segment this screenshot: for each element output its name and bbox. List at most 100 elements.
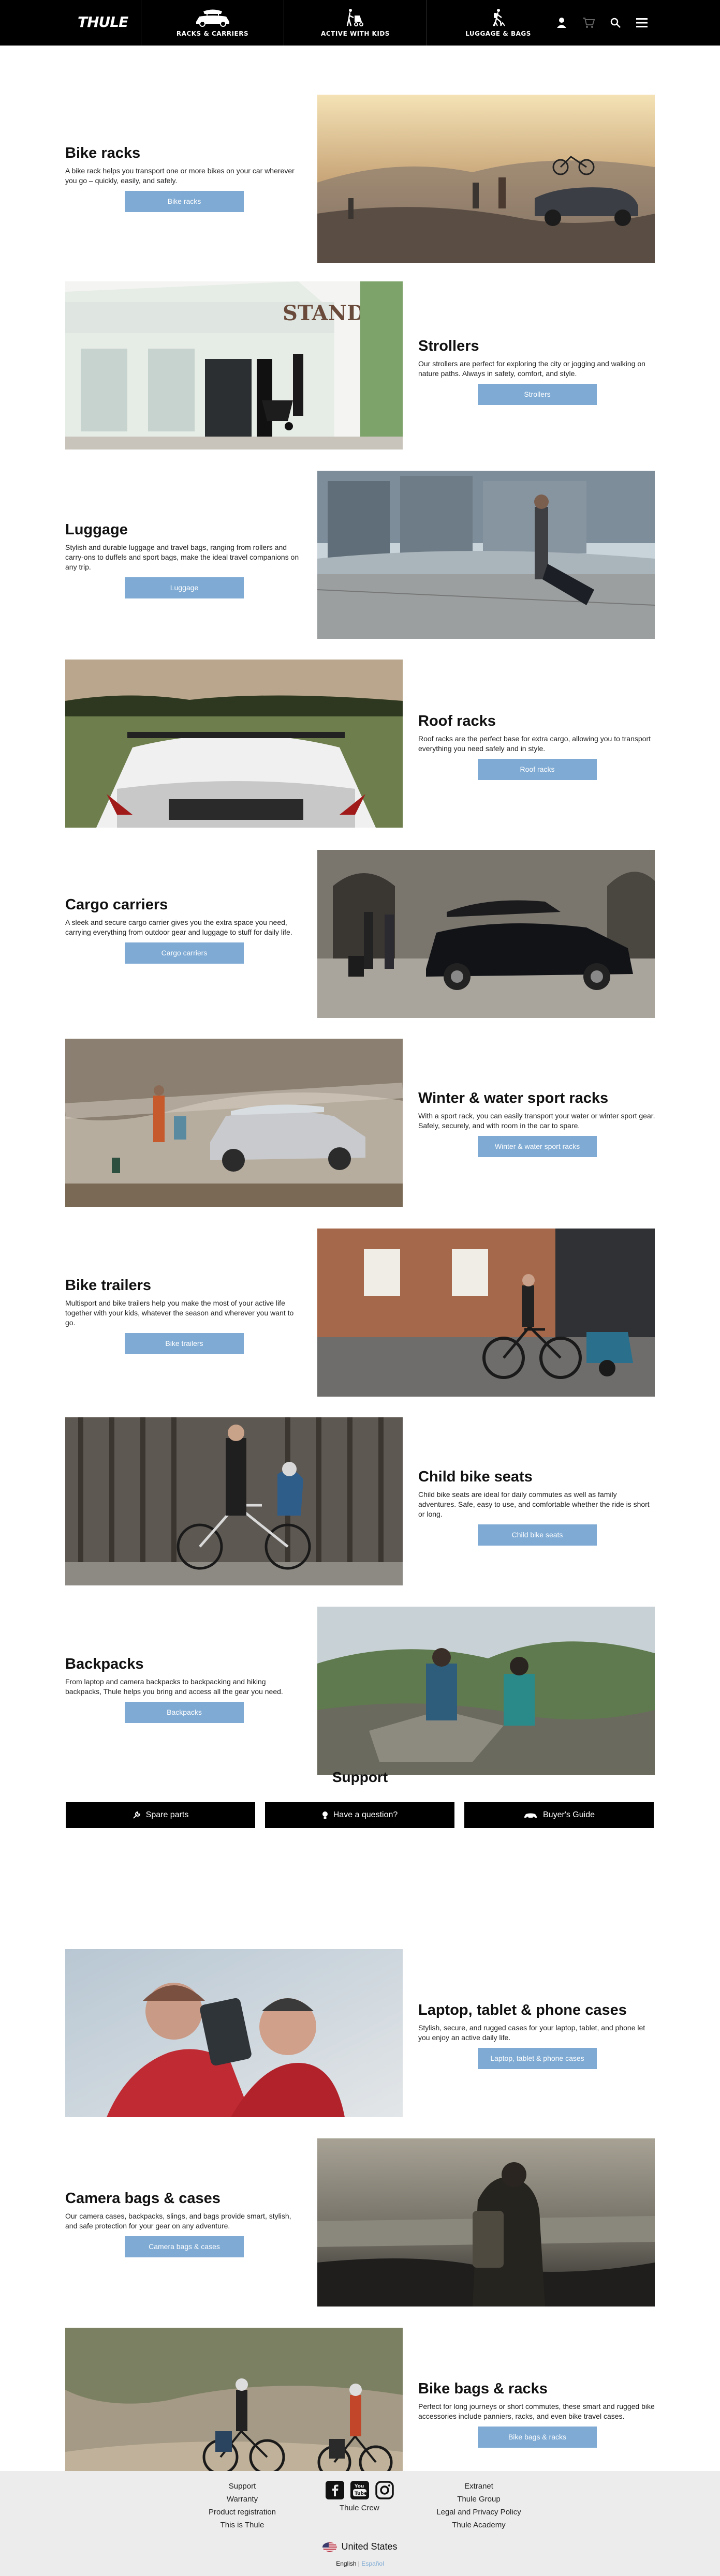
luggage-photo[interactable] (317, 471, 655, 639)
backpack-hiker-icon (492, 9, 505, 26)
nav-active-with-kids[interactable]: ACTIVE WITH KIDS (284, 0, 427, 46)
camera-bags-button[interactable]: Camera bags & cases (125, 2236, 244, 2257)
category-title: Bike racks (65, 145, 141, 161)
winter-water-racks-photo[interactable] (65, 1039, 403, 1207)
site-footer: Support Warranty Product registration Th… (0, 2471, 720, 2576)
buyers-guide-button[interactable]: Buyer's Guide (464, 1802, 654, 1828)
buyers-guide-label: Buyer's Guide (543, 1810, 595, 1819)
category-row-bike-racks: Bike racks A bike rack helps you transpo… (0, 95, 720, 263)
category-description: Stylish and durable luggage and travel b… (65, 543, 299, 571)
svg-text:Tube: Tube (355, 2491, 367, 2496)
lightbulb-icon (322, 1811, 328, 1819)
have-a-question-label: Have a question? (333, 1810, 398, 1819)
category-description: Multisport and bike trailers help you ma… (65, 1299, 294, 1327)
category-text: Bike bags & racks Perfect for long journ… (418, 2380, 656, 2448)
category-row-cargo-carriers: Cargo carriers A sleek and secure cargo … (0, 850, 720, 1018)
category-description: From laptop and camera backpacks to back… (65, 1678, 283, 1696)
category-row-backpacks: Backpacks From laptop and camera backpac… (0, 1607, 720, 1775)
us-flag-icon (322, 2542, 337, 2552)
category-text: Strollers Our strollers are perfect for … (418, 338, 656, 405)
category-description: Perfect for long journeys or short commu… (418, 2402, 655, 2420)
winter-water-racks-button[interactable]: Winter & water sport racks (478, 1136, 597, 1157)
category-title: Child bike seats (418, 1469, 533, 1485)
strollers-button[interactable]: Strollers (478, 384, 597, 405)
category-title: Bike bags & racks (418, 2380, 548, 2397)
category-row-winter-water: Winter & water sport racks With a sport … (0, 1039, 720, 1207)
bike-trailers-button[interactable]: Bike trailers (125, 1333, 244, 1354)
child-bike-seats-photo[interactable] (65, 1417, 403, 1585)
nav-label-racks: RACKS & CARRIERS (176, 30, 249, 37)
category-text: Cargo carriers A sleek and secure cargo … (65, 896, 303, 964)
bike-trailers-photo[interactable] (317, 1229, 655, 1397)
account-icon[interactable] (556, 17, 567, 28)
bike-racks-button[interactable]: Bike racks (125, 191, 244, 212)
category-title: Roof racks (418, 713, 496, 729)
search-icon[interactable] (610, 18, 621, 28)
category-row-strollers: STANDARD Strollers Our strollers are per… (0, 281, 720, 450)
category-description: With a sport rack, you can easily transp… (418, 1112, 655, 1130)
facebook-icon[interactable] (325, 2480, 345, 2500)
category-description: Stylish, secure, and rugged cases for yo… (418, 2024, 645, 2042)
cargo-carriers-button[interactable]: Cargo carriers (125, 942, 244, 964)
youtube-icon[interactable]: You Tube (350, 2480, 370, 2500)
category-title: Bike trailers (65, 1277, 152, 1294)
category-description: A bike rack helps you transport one or m… (65, 167, 295, 185)
category-title: Strollers (418, 338, 479, 354)
footer-link-thule-academy[interactable]: Thule Academy (452, 2519, 505, 2532)
spare-parts-button[interactable]: Spare parts (66, 1802, 255, 1828)
footer-link-this-is-thule[interactable]: This is Thule (221, 2519, 265, 2532)
language-separator: | (358, 2560, 360, 2567)
menu-icon[interactable] (636, 18, 648, 27)
luggage-button[interactable]: Luggage (125, 577, 244, 598)
laptop-cases-photo[interactable] (65, 1949, 403, 2117)
footer-link-thule-group[interactable]: Thule Group (457, 2493, 500, 2506)
footer-link-product-registration[interactable]: Product registration (209, 2506, 276, 2519)
category-description: A sleek and secure cargo carrier gives y… (65, 918, 292, 936)
strollers-photo[interactable]: STANDARD (65, 281, 403, 450)
category-title: Camera bags & cases (65, 2190, 221, 2207)
country-selector[interactable]: United States (0, 2541, 720, 2552)
category-text: Laptop, tablet & phone cases Stylish, se… (418, 2002, 656, 2069)
instagram-icon[interactable] (375, 2480, 394, 2500)
bike-racks-photo[interactable] (317, 95, 655, 263)
social-links: You Tube (325, 2480, 394, 2500)
cargo-carriers-photo[interactable] (317, 850, 655, 1018)
category-title: Laptop, tablet & phone cases (418, 2002, 627, 2018)
category-row-roof-racks: Roof racks Roof racks are the perfect ba… (0, 660, 720, 828)
backpacks-photo[interactable] (317, 1607, 655, 1775)
have-a-question-button[interactable]: Have a question? (265, 1802, 454, 1828)
footer-link-extranet[interactable]: Extranet (464, 2480, 493, 2493)
laptop-cases-button[interactable]: Laptop, tablet & phone cases (478, 2048, 597, 2069)
category-row-luggage: Luggage Stylish and durable luggage and … (0, 471, 720, 639)
footer-link-legal-privacy[interactable]: Legal and Privacy Policy (436, 2506, 521, 2519)
category-description: Child bike seats are ideal for daily com… (418, 1490, 650, 1518)
thule-logo[interactable]: THULE (78, 13, 128, 31)
child-bike-seats-button[interactable]: Child bike seats (478, 1524, 597, 1546)
category-description: Our camera cases, backpacks, slings, and… (65, 2212, 291, 2230)
footer-link-warranty[interactable]: Warranty (227, 2493, 258, 2506)
bike-bags-button[interactable]: Bike bags & racks (478, 2427, 597, 2448)
support-buttons: Spare parts Have a question? Buyer's Gui… (0, 1802, 720, 1828)
svg-text:You: You (354, 2484, 364, 2489)
nav-label-luggage: LUGGAGE & BAGS (465, 30, 531, 37)
nav-tools (556, 0, 648, 46)
category-description: Our strollers are perfect for exploring … (418, 360, 645, 378)
roof-racks-photo[interactable] (65, 660, 403, 828)
cart-icon[interactable] (582, 17, 595, 28)
category-text: Bike racks A bike rack helps you transpo… (65, 145, 303, 212)
camera-bags-photo[interactable] (317, 2138, 655, 2307)
nav-racks-carriers[interactable]: RACKS & CARRIERS (141, 0, 284, 46)
category-text: Child bike seats Child bike seats are id… (418, 1469, 656, 1546)
wrench-icon (133, 1811, 140, 1819)
nav-luggage-bags[interactable]: LUGGAGE & BAGS (427, 0, 569, 46)
category-text: Winter & water sport racks With a sport … (418, 1090, 656, 1157)
roof-racks-button[interactable]: Roof racks (478, 759, 597, 780)
language-spanish[interactable]: Español (361, 2560, 384, 2567)
backpacks-button[interactable]: Backpacks (125, 1702, 244, 1723)
footer-link-support[interactable]: Support (229, 2480, 256, 2493)
nav-label-kids: ACTIVE WITH KIDS (321, 30, 390, 37)
category-text: Backpacks From laptop and camera backpac… (65, 1656, 303, 1723)
top-navigation: THULE RACKS & CARRIERS ACTIVE WITH KIDS … (0, 0, 720, 46)
language-english[interactable]: English (336, 2560, 356, 2567)
footer-link-thule-crew[interactable]: Thule Crew (340, 2504, 379, 2512)
